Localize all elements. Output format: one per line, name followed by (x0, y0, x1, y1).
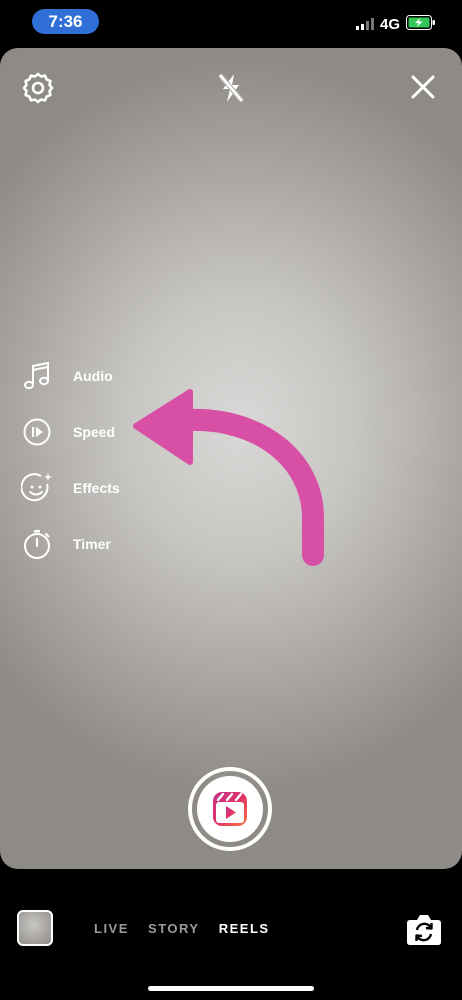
status-time: 7:36 (32, 9, 99, 34)
timer-option[interactable]: Timer (20, 516, 120, 572)
record-button-inner (197, 776, 263, 842)
mode-selector: LIVE STORY REELS (94, 921, 284, 936)
gear-icon (22, 72, 54, 104)
network-label: 4G (380, 16, 401, 33)
audio-label: Audio (73, 368, 113, 384)
status-bar: 7:36 4G (0, 0, 462, 46)
effects-label: Effects (73, 480, 120, 496)
flash-button[interactable] (212, 70, 250, 106)
mode-reels[interactable]: REELS (219, 921, 270, 936)
close-button[interactable] (406, 70, 440, 104)
gallery-thumbnail[interactable] (17, 910, 53, 946)
timer-icon (24, 530, 50, 559)
close-icon (411, 75, 435, 99)
speed-option[interactable]: Speed (20, 404, 120, 460)
settings-button[interactable] (20, 70, 56, 106)
home-indicator[interactable] (148, 986, 314, 991)
flip-camera-button[interactable] (406, 912, 442, 951)
effects-face-icon (21, 473, 52, 502)
battery-icon (406, 15, 435, 30)
timer-label: Timer (73, 536, 111, 552)
camera-viewfinder[interactable]: Audio Speed Effects Timer (0, 48, 462, 869)
effects-option[interactable]: Effects (20, 460, 120, 516)
flash-off-icon (218, 73, 244, 103)
signal-icon (356, 18, 374, 30)
annotation-arrow (133, 389, 324, 566)
record-button[interactable] (188, 767, 272, 851)
side-menu: Audio Speed Effects Timer (20, 348, 120, 572)
audio-option[interactable]: Audio (20, 348, 120, 404)
speed-icon (23, 418, 51, 446)
reels-icon (213, 792, 247, 826)
speed-label: Speed (73, 424, 116, 440)
music-note-icon (24, 361, 49, 390)
mode-live[interactable]: LIVE (94, 921, 129, 936)
mode-story[interactable]: STORY (148, 921, 200, 936)
flip-camera-icon (407, 915, 441, 945)
